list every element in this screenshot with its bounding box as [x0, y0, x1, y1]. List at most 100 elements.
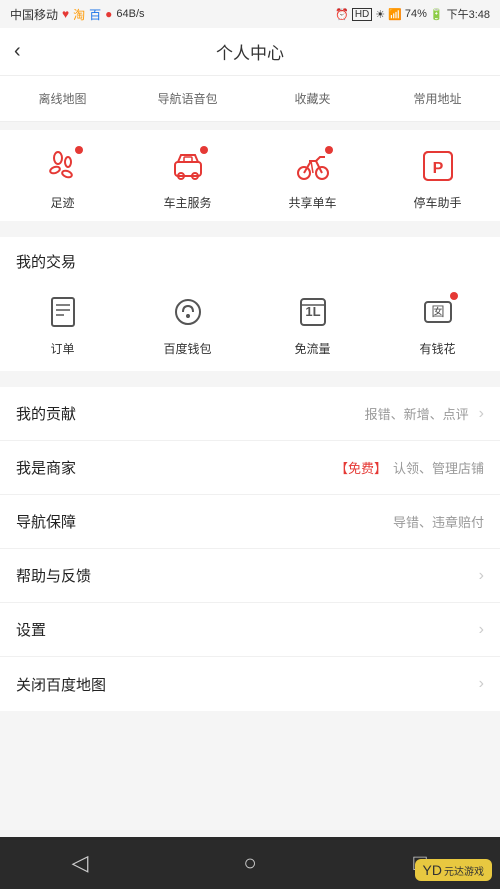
back-button[interactable]: ‹ [14, 40, 21, 63]
carrier-label: 中国移动 [10, 6, 58, 23]
quick-nav-common-address[interactable]: 常用地址 [375, 86, 500, 111]
brand-watermark: YD 元达游戏 [415, 859, 492, 881]
money-service[interactable]: 囡 有钱花 [398, 290, 478, 357]
transaction-section-title: 我的交易 [0, 237, 500, 282]
offline-map-label: 离线地图 [38, 90, 86, 107]
contribution-chevron: › [479, 405, 484, 423]
money-icon-wrap: 囡 [416, 290, 460, 334]
wallet-icon-wrap [166, 290, 210, 334]
contribution-right-text: 报错、新增、点评 [365, 404, 469, 423]
flow-icon-wrap: 1L [291, 290, 335, 334]
svg-text:囡: 囡 [431, 304, 444, 319]
money-label: 有钱花 [419, 340, 455, 357]
settings-chevron: › [479, 621, 484, 639]
divider-2 [0, 379, 500, 387]
close-map-right: › [475, 675, 484, 693]
parking-icon: P [420, 148, 456, 184]
footprint-icon-wrap [41, 144, 85, 188]
money-icon: 囡 [420, 294, 456, 330]
divider-1 [0, 221, 500, 229]
parking-service[interactable]: P 停车助手 [398, 144, 478, 211]
alarm-icon: ⏰ [335, 8, 349, 21]
app-icon-2: 百 [89, 6, 101, 23]
hd-icon: HD [352, 8, 372, 21]
order-label: 订单 [50, 340, 74, 357]
wallet-icon [170, 294, 206, 330]
help-feedback-item[interactable]: 帮助与反馈 › [0, 549, 500, 603]
transaction-icons: 订单 百度钱包 1L 免流量 囡 [0, 282, 500, 379]
order-service[interactable]: 订单 [23, 290, 103, 357]
merchant-free-tag: 【免费】 [335, 458, 387, 477]
screen-icon: ☀ [375, 8, 385, 21]
flow-service[interactable]: 1L 免流量 [273, 290, 353, 357]
money-red-dot [450, 292, 458, 300]
navigation-guarantee-label: 导航保障 [16, 511, 76, 532]
quick-nav-offline-map[interactable]: 离线地图 [0, 86, 125, 111]
contribution-item[interactable]: 我的贡献 报错、新增、点评 › [0, 387, 500, 441]
speed-label: 64B/s [116, 8, 144, 20]
bike-icon [295, 148, 331, 184]
favorites-label: 收藏夹 [294, 90, 330, 107]
quick-nav-voice-pack[interactable]: 导航语音包 [125, 86, 250, 111]
footprint-red-dot [75, 146, 83, 154]
settings-label: 设置 [16, 619, 46, 640]
home-nav-button[interactable]: ○ [230, 843, 270, 883]
close-map-item[interactable]: 关闭百度地图 › [0, 657, 500, 711]
bike-red-dot [325, 146, 333, 154]
wallet-service[interactable]: 百度钱包 [148, 290, 228, 357]
settings-item[interactable]: 设置 › [0, 603, 500, 657]
help-feedback-chevron: › [479, 567, 484, 585]
footprint-icon [45, 148, 81, 184]
car-service[interactable]: 车主服务 [148, 144, 228, 211]
contribution-label: 我的贡献 [16, 403, 76, 424]
car-red-dot [200, 146, 208, 154]
close-map-label: 关闭百度地图 [16, 674, 106, 695]
order-icon [45, 294, 81, 330]
quick-nav: 离线地图 导航语音包 收藏夹 常用地址 [0, 76, 500, 122]
settings-right: › [475, 621, 484, 639]
voice-pack-label: 导航语音包 [157, 90, 217, 107]
list-section: 我的贡献 报错、新增、点评 › 我是商家 【免费】 认领、管理店铺 导航保障 导… [0, 387, 500, 711]
wifi-icon: 📶 [388, 8, 402, 21]
status-bar: 中国移动 ♥ 淘 百 ● 64B/s ⏰ HD ☀ 📶 74% 🔋 下午3:48 [0, 0, 500, 28]
merchant-label: 我是商家 [16, 457, 76, 478]
battery-label: 74% [405, 8, 427, 20]
navigation-guarantee-right: 导错、违章赔付 [393, 512, 484, 531]
back-nav-button[interactable]: ◁ [60, 843, 100, 883]
app-icon-1: 淘 [73, 6, 85, 23]
status-right: ⏰ HD ☀ 📶 74% 🔋 下午3:48 [335, 6, 490, 22]
footprint-label: 足迹 [50, 194, 74, 211]
quick-nav-favorites[interactable]: 收藏夹 [250, 86, 375, 111]
car-service-label: 车主服务 [163, 194, 211, 211]
svg-text:P: P [432, 160, 443, 177]
bike-icon-wrap [291, 144, 335, 188]
brand-name: 元达游戏 [444, 863, 484, 878]
navigation-guarantee-item[interactable]: 导航保障 导错、违章赔付 [0, 495, 500, 549]
bike-service[interactable]: 共享单车 [273, 144, 353, 211]
flow-label: 免流量 [294, 340, 330, 357]
parking-service-label: 停车助手 [413, 194, 461, 211]
help-feedback-right: › [475, 567, 484, 585]
help-feedback-label: 帮助与反馈 [16, 565, 91, 586]
car-icon-wrap [166, 144, 210, 188]
battery-icon: 🔋 [430, 8, 444, 21]
car-icon [170, 148, 206, 184]
bike-service-label: 共享单车 [288, 194, 336, 211]
merchant-right: 【免费】 认领、管理店铺 [335, 458, 484, 477]
svg-text:1L: 1L [305, 304, 320, 319]
footprint-service[interactable]: 足迹 [23, 144, 103, 211]
brand-logo-icon: YD [423, 862, 442, 878]
common-address-label: 常用地址 [413, 90, 461, 107]
merchant-right-text: 认领、管理店铺 [393, 458, 484, 477]
merchant-item[interactable]: 我是商家 【免费】 认领、管理店铺 [0, 441, 500, 495]
service-icons-section: 足迹 车主服务 共享单 [0, 130, 500, 221]
time-label: 下午3:48 [447, 6, 490, 22]
order-icon-wrap [41, 290, 85, 334]
close-map-chevron: › [479, 675, 484, 693]
contribution-right: 报错、新增、点评 › [365, 404, 484, 423]
heart-icon: ♥ [62, 7, 69, 21]
parking-icon-wrap: P [416, 144, 460, 188]
page-title: 个人中心 [216, 39, 284, 64]
page-header: ‹ 个人中心 [0, 28, 500, 76]
app-icon-3: ● [105, 7, 112, 21]
